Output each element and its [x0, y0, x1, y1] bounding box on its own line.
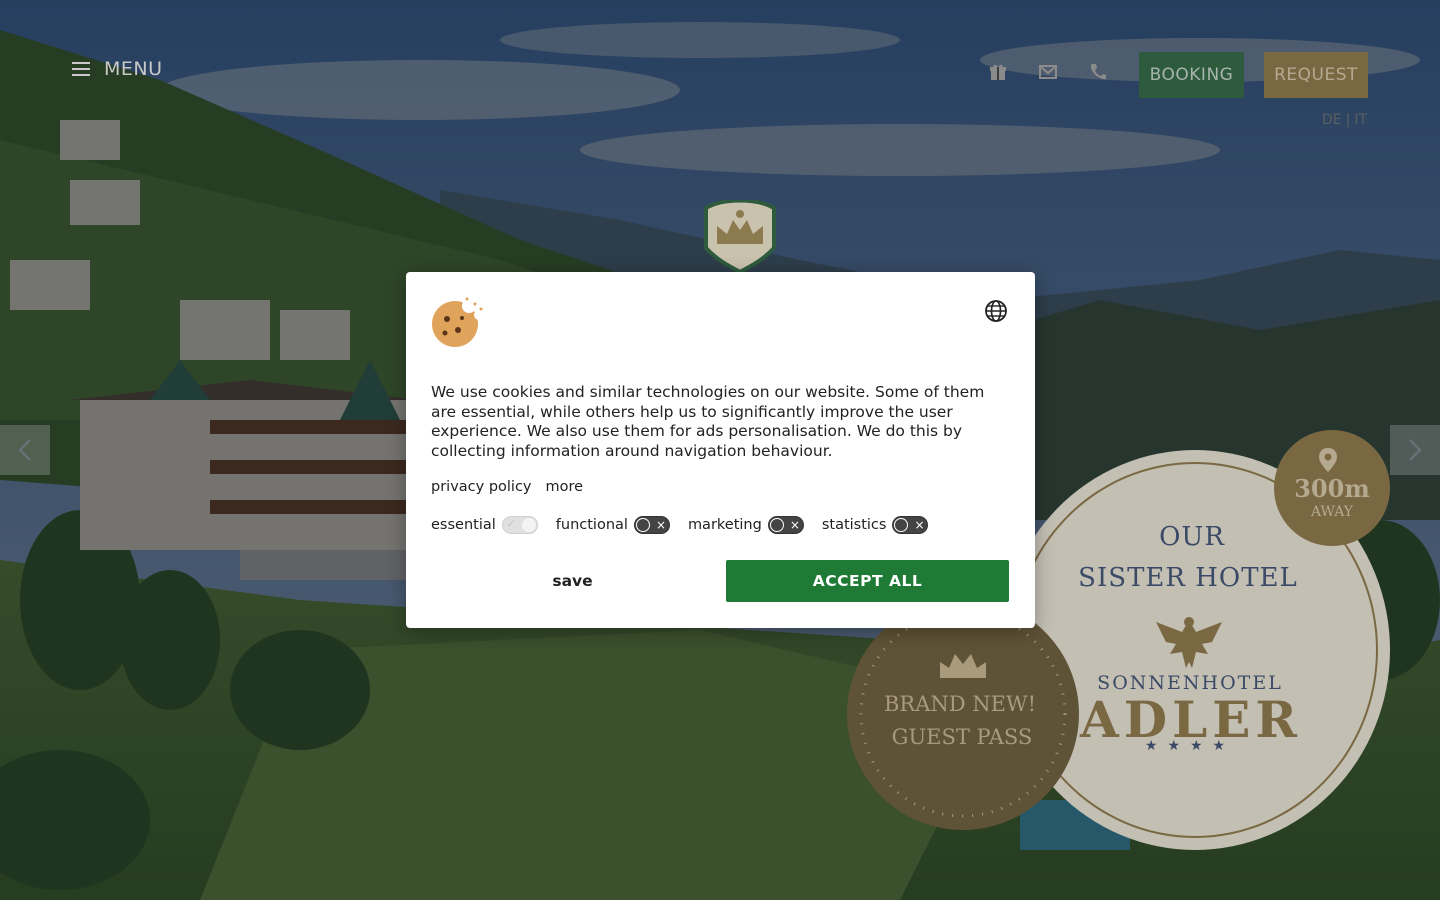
essential-toggle: ✓ [501, 516, 538, 534]
gift-icon[interactable] [987, 62, 1009, 82]
category-label: marketing [687, 517, 762, 533]
more-link[interactable]: more [546, 479, 584, 495]
page: MENU BOOKING REQUEST DE | IT OUR SISTER … [0, 0, 1440, 900]
chevron-left-icon [18, 439, 31, 461]
cookie-description: We use cookies and similar technologies … [431, 383, 985, 460]
category-essential: essential ✓ [431, 516, 538, 534]
slider-next-button[interactable] [1390, 425, 1440, 475]
category-marketing: marketing × [688, 516, 804, 534]
check-icon: ✓ [506, 517, 516, 530]
cookie-icon [432, 297, 483, 347]
cookie-links: privacy policy more [431, 479, 583, 495]
cookie-categories: essential ✓ functional × marketing × sta… [431, 516, 946, 534]
marketing-toggle[interactable]: × [767, 516, 804, 534]
lang-it-link[interactable]: IT [1354, 112, 1367, 128]
x-icon: × [789, 518, 800, 532]
menu-button[interactable]: MENU [72, 58, 163, 80]
x-icon: × [914, 518, 925, 532]
guest-pass-line2: GUEST PASS [891, 725, 1033, 749]
language-switcher: DE | IT [1322, 112, 1367, 128]
lang-de-link[interactable]: DE [1322, 112, 1342, 128]
category-functional: functional × [556, 516, 670, 534]
distance-value: 300m [1294, 474, 1370, 503]
category-label: essential [431, 517, 496, 533]
sister-hotel-stars: ★★★★ [1144, 738, 1236, 754]
privacy-policy-link[interactable]: privacy policy [431, 479, 532, 495]
hotel-logo [704, 200, 776, 274]
category-statistics: statistics × [822, 516, 929, 534]
guest-pass-line1: BRAND NEW! [883, 692, 1037, 716]
slider-prev-button[interactable] [0, 425, 50, 475]
x-icon: × [655, 518, 666, 532]
sister-hotel-line1: OUR [1159, 522, 1225, 552]
category-label: statistics [821, 517, 887, 533]
language-globe-icon[interactable] [984, 299, 1008, 323]
location-pin-icon [1319, 448, 1337, 472]
request-button[interactable]: REQUEST [1264, 52, 1368, 98]
eagle-icon [1156, 617, 1222, 668]
chevron-right-icon [1409, 439, 1422, 461]
phone-icon[interactable] [1087, 62, 1109, 82]
sister-hotel-line2: SISTER HOTEL [1078, 563, 1298, 593]
save-button[interactable]: save [431, 560, 714, 602]
booking-button[interactable]: BOOKING [1139, 52, 1244, 98]
cookie-consent-dialog: We use cookies and similar technologies … [406, 272, 1035, 628]
menu-label: MENU [104, 58, 163, 80]
lang-separator: | [1345, 112, 1351, 128]
statistics-toggle[interactable]: × [892, 516, 929, 534]
functional-toggle[interactable]: × [633, 516, 670, 534]
hamburger-icon [72, 62, 90, 76]
category-label: functional [555, 517, 628, 533]
mail-icon[interactable] [1037, 62, 1059, 82]
accept-all-button[interactable]: ACCEPT ALL [726, 560, 1009, 602]
distance-label: AWAY [1310, 504, 1354, 520]
